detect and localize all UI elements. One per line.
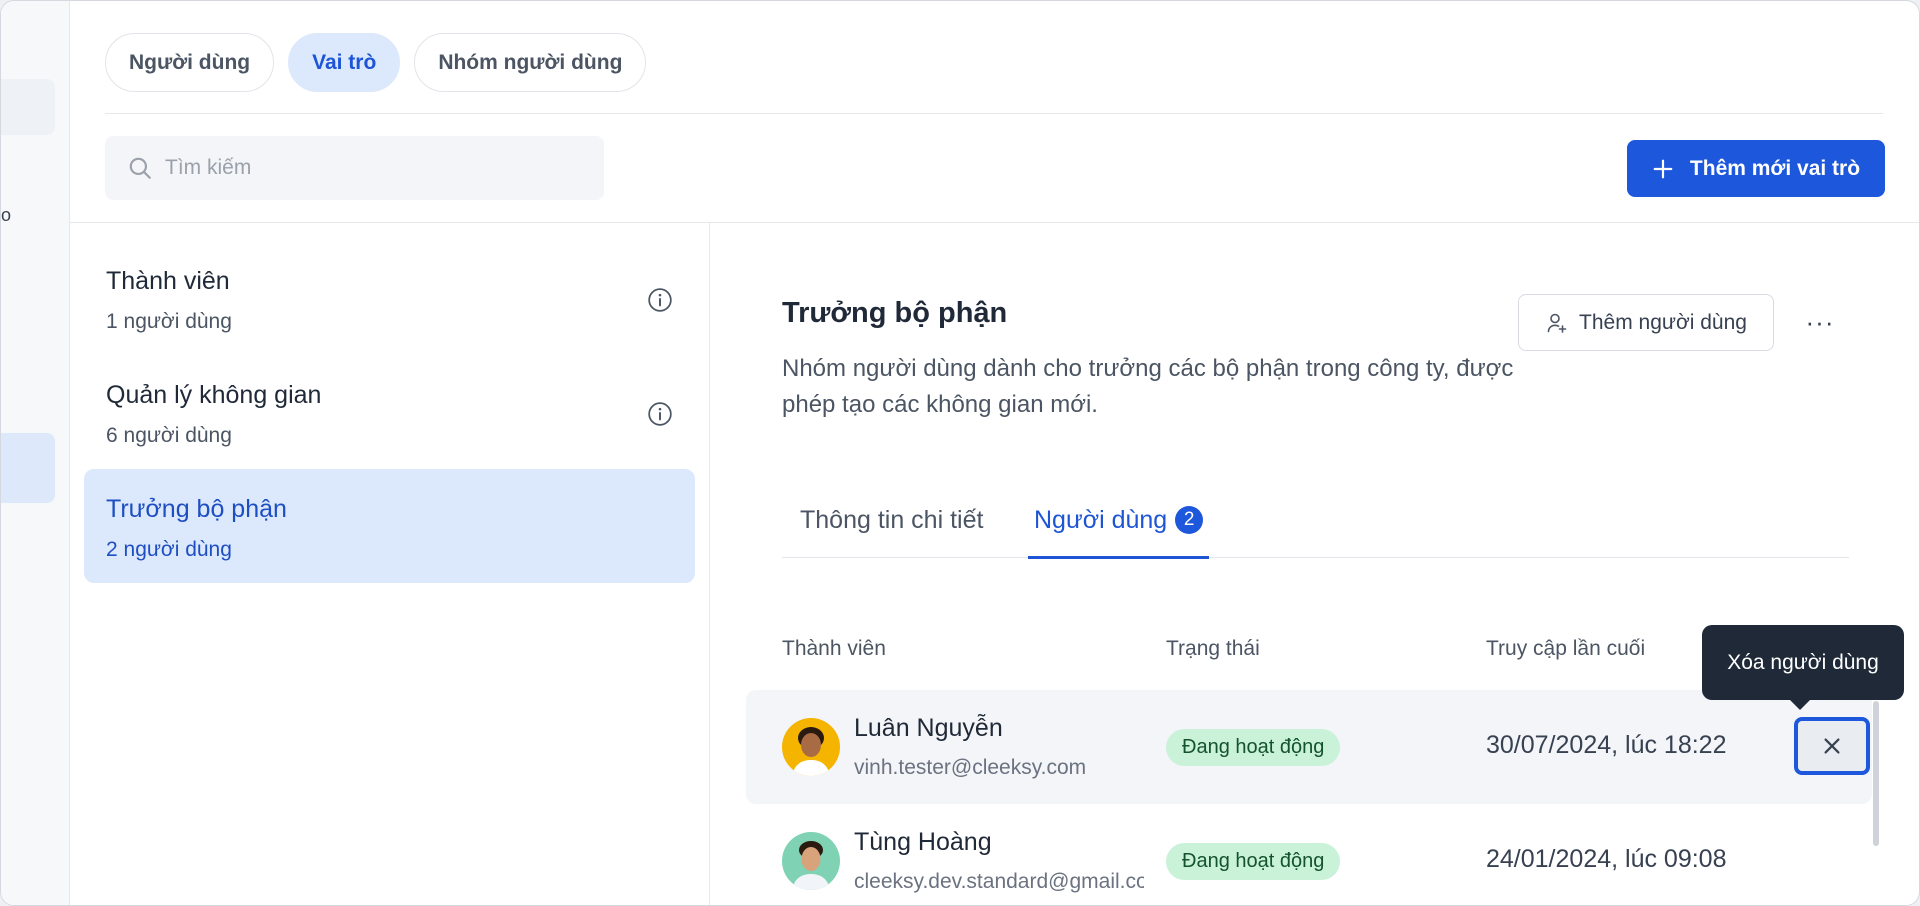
status-badge: Đang hoạt động [1166,729,1341,766]
tab-details-label: Thông tin chi tiết [800,506,984,534]
rail-item[interactable] [1,79,55,135]
left-rail: o [1,1,70,905]
role-name: Quản lý không gian [106,381,322,409]
remove-user-button[interactable] [1794,717,1870,775]
user-email: vinh.tester@cleeksy.com [854,756,1087,779]
role-list: Thành viên 1 người dùng Quản lý không gi… [84,241,695,583]
close-icon [1824,738,1840,754]
table-row[interactable]: Luân Nguyễn vinh.tester@cleeksy.com Đang… [746,690,1872,804]
info-icon[interactable] [647,401,673,427]
tab-role-users[interactable]: Người dùng 2 [1028,506,1210,559]
rail-item-active[interactable] [1,433,55,503]
user-name: Tùng Hoàng [854,828,992,856]
info-icon[interactable] [647,287,673,313]
role-item-space-manager[interactable]: Quản lý không gian 6 người dùng [84,355,695,469]
role-item-member[interactable]: Thành viên 1 người dùng [84,241,695,355]
table-row[interactable]: Tùng Hoàng cleeksy.dev.standard@gmail.co… [746,804,1872,905]
search-icon [129,157,151,179]
add-user-label: Thêm người dùng [1579,310,1747,334]
add-role-label: Thêm mới vai trò [1689,156,1861,180]
user-plus-icon [1547,313,1567,333]
last-access: 30/07/2024, lúc 18:22 [1486,731,1727,759]
more-icon[interactable]: ··· [1799,301,1841,343]
remove-user-tooltip: Xóa người dùng [1702,625,1904,710]
role-name: Trưởng bộ phận [106,495,287,523]
divider [105,113,1883,114]
search-input[interactable] [165,156,585,180]
role-count: 2 người dùng [106,538,232,561]
last-access: 24/01/2024, lúc 09:08 [1486,845,1727,873]
detail-tabs: Thông tin chi tiết Người dùng 2 [782,506,1849,559]
role-item-department-head[interactable]: Trưởng bộ phận 2 người dùng [84,469,695,583]
tab-role-users-label: Người dùng [1034,506,1168,534]
divider [70,222,1919,223]
role-description: Nhóm người dùng dành cho trưởng các bộ p… [782,355,1514,418]
tab-user-groups[interactable]: Nhóm người dùng [414,33,647,92]
status-badge: Đang hoạt động [1166,843,1341,880]
top-tabs: Người dùng Vai trò Nhóm người dùng [105,33,647,92]
user-name: Luân Nguyễn [854,714,1003,742]
app-window: o Người dùng Vai trò Nhóm người dùng Thê… [0,0,1920,906]
avatar-image [782,832,840,890]
rail-glyph: o [1,205,12,225]
avatar [782,832,840,890]
role-name: Thành viên [106,267,230,295]
tab-users[interactable]: Người dùng [105,33,275,92]
scrollbar[interactable] [1873,701,1879,846]
role-title: Trưởng bộ phận [782,297,1008,329]
user-count-badge: 2 [1175,506,1204,534]
role-count: 6 người dùng [106,424,232,447]
tab-roles[interactable]: Vai trò [288,33,401,92]
column-divider [709,222,710,905]
add-user-button[interactable]: Thêm người dùng [1518,294,1774,351]
role-count: 1 người dùng [106,310,232,333]
add-role-button[interactable]: Thêm mới vai trò [1627,140,1885,197]
user-email: cleeksy.dev.standard@gmail.com [854,870,1144,893]
column-header-status: Trạng thái [1166,637,1260,660]
avatar-image [782,718,840,776]
avatar [782,718,840,776]
column-header-last-access: Truy cập lần cuối [1486,637,1646,660]
plus-icon [1653,159,1673,178]
column-header-member: Thành viên [782,637,886,660]
search-box[interactable] [105,136,604,200]
tab-details[interactable]: Thông tin chi tiết [800,506,983,558]
